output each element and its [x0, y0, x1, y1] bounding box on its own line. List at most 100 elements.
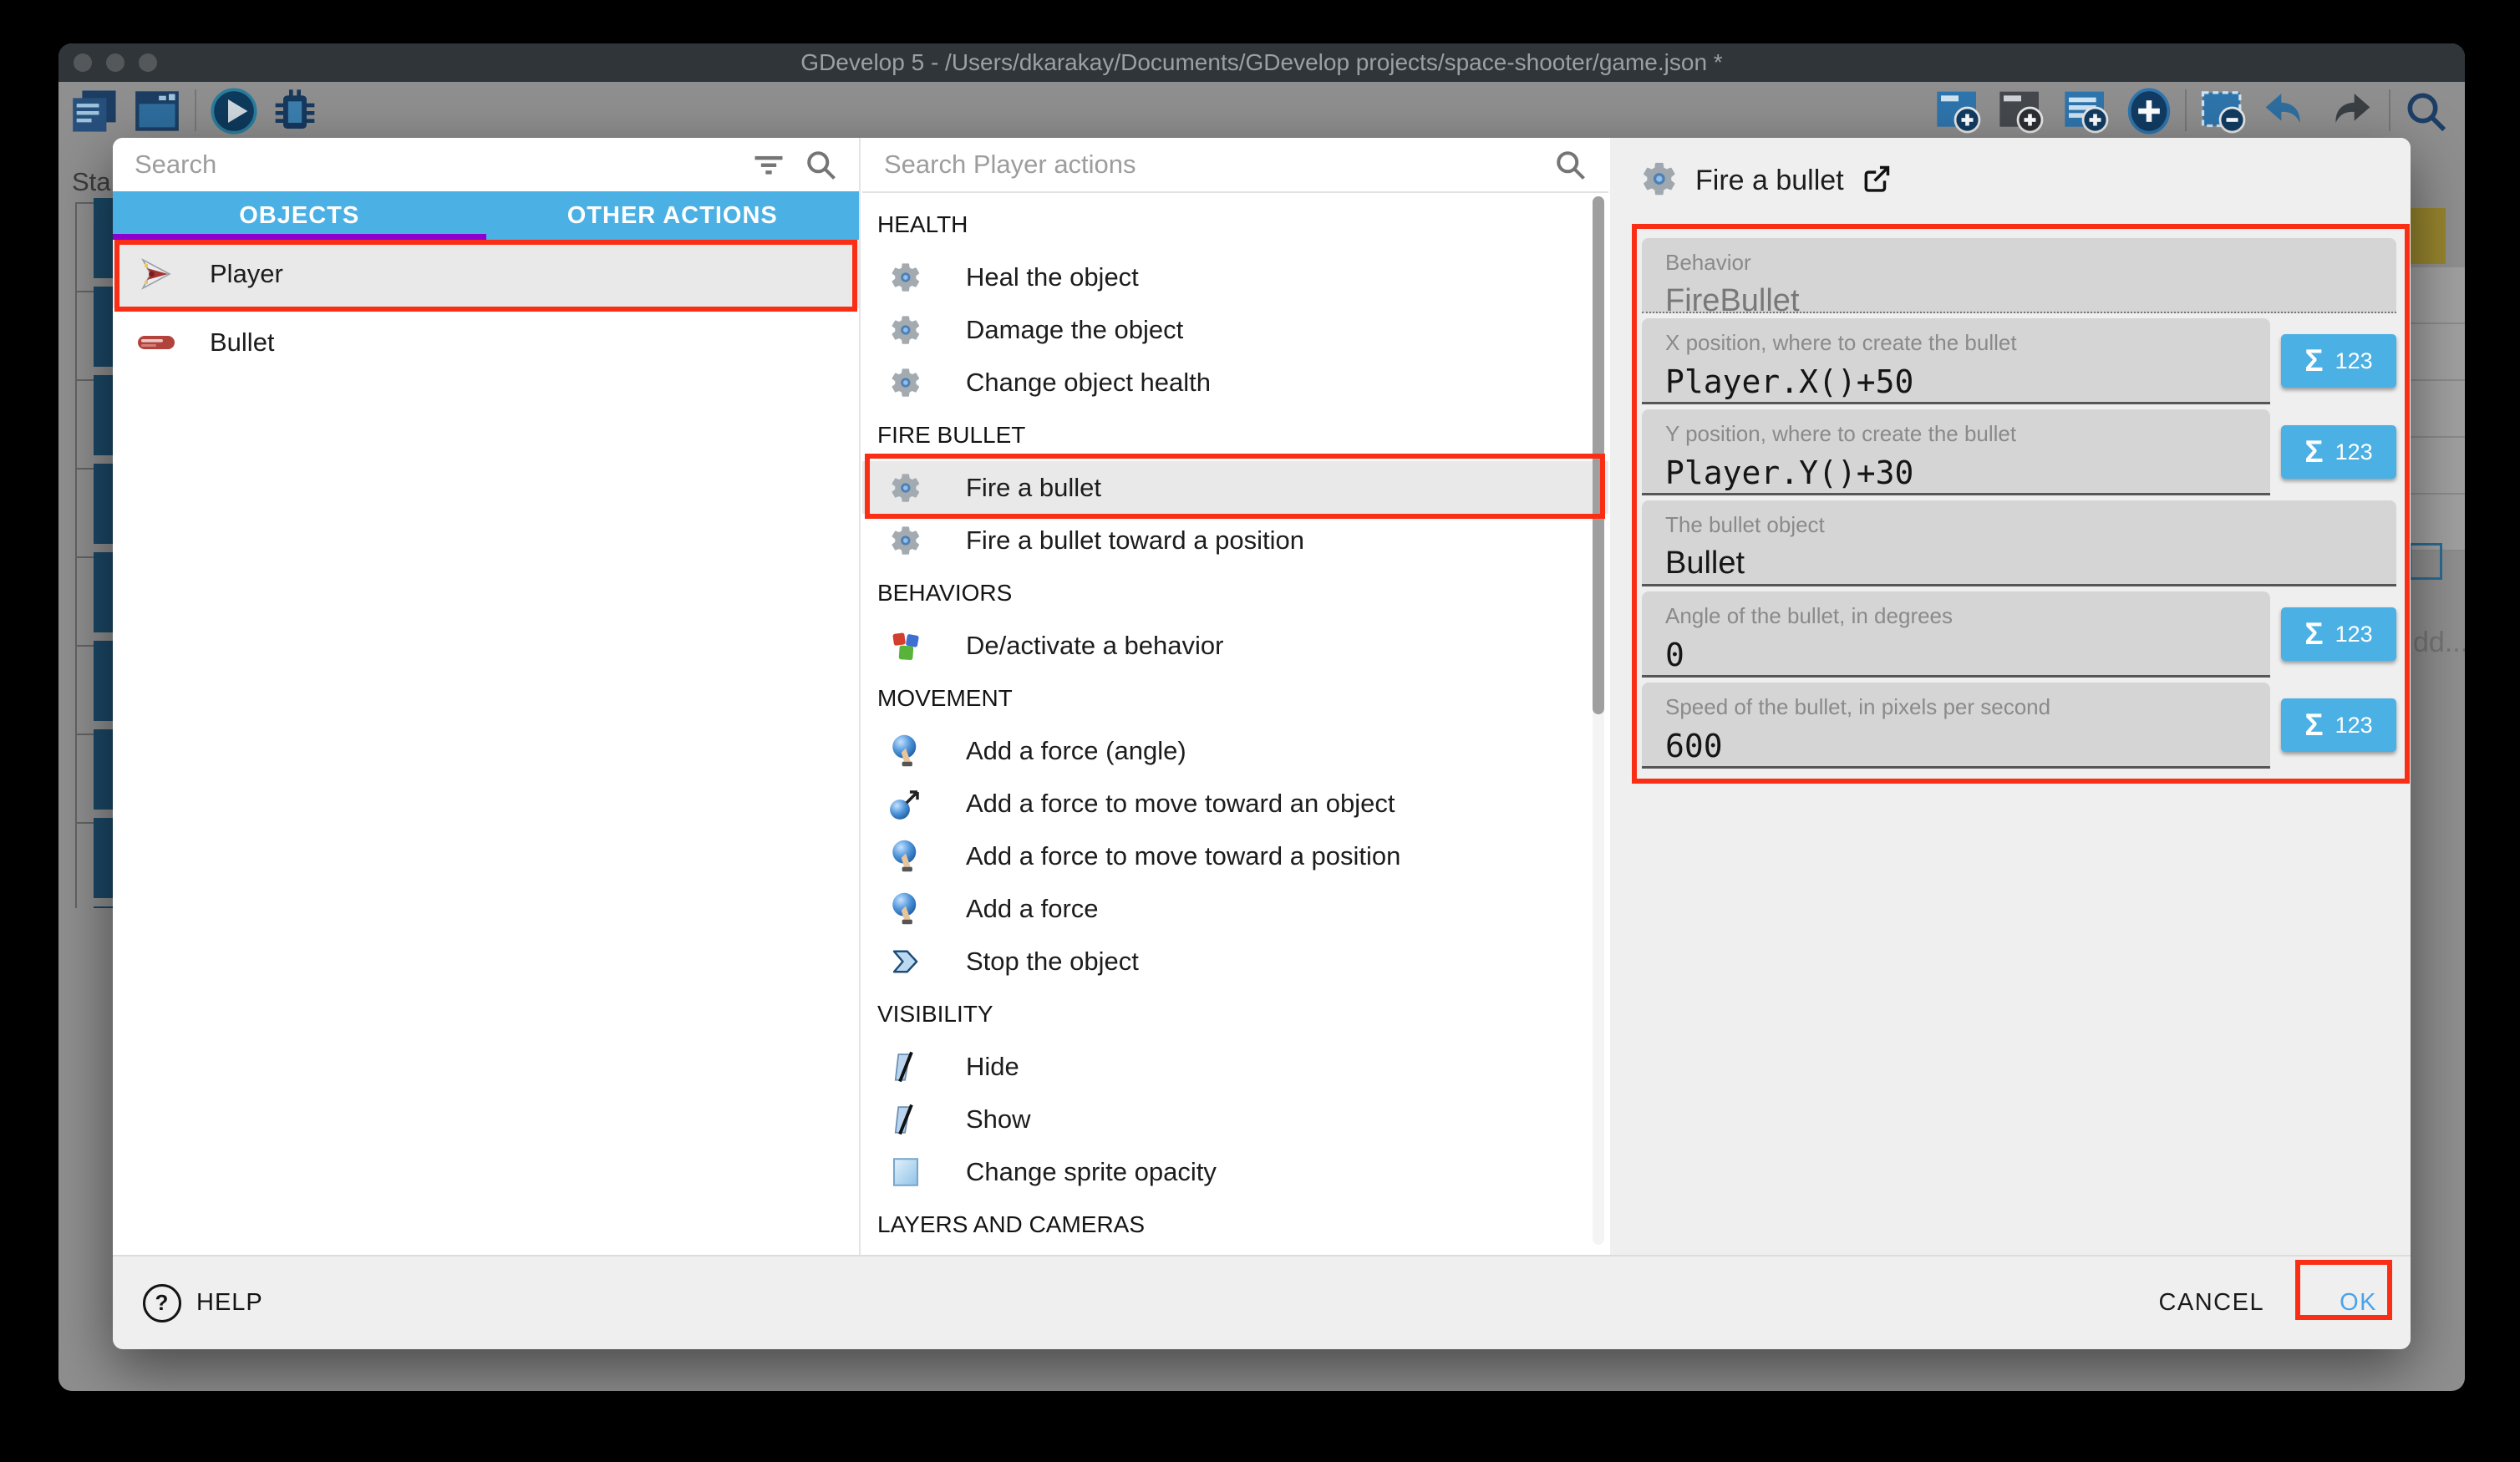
search-icon[interactable] [802, 146, 839, 183]
action-item-change-object-health[interactable]: Change object health [862, 356, 1608, 409]
dialog-footer: HELP CANCEL OK [113, 1255, 2411, 1349]
actions-scrollbar-thumb[interactable] [1593, 196, 1604, 714]
event-rows-background [94, 198, 113, 908]
add-subevent-icon[interactable] [1998, 88, 2046, 135]
action-label: Add a force to move toward an object [966, 789, 1395, 819]
object-row-player[interactable]: Player [113, 240, 859, 308]
hide-icon [887, 1049, 924, 1084]
action-item-fire-a-bullet-toward-a-position[interactable]: Fire a bullet toward a position [862, 514, 1608, 566]
field-value: Player.Y()+30 [1665, 454, 2270, 491]
field-label: X position, where to create the bullet [1665, 330, 2270, 356]
expression-editor-button[interactable]: Σ123 [2281, 425, 2396, 479]
toolbar-separator [2389, 89, 2390, 131]
remove-event-icon[interactable] [2200, 88, 2248, 135]
undo-icon[interactable] [2261, 88, 2309, 135]
actions-search-row [862, 138, 1608, 193]
add-event-icon[interactable] [1935, 88, 1984, 135]
sigma-icon: Σ [2304, 617, 2323, 652]
section-header-health: HEALTH [862, 198, 1608, 251]
action-item-fire-a-bullet[interactable]: Fire a bullet [862, 461, 1608, 514]
action-item-damage-the-object[interactable]: Damage the object [862, 303, 1608, 356]
action-item-show[interactable]: Show [862, 1093, 1608, 1145]
field-label: The bullet object [1665, 512, 2396, 538]
tab-other-actions[interactable]: OTHER ACTIONS [486, 191, 860, 240]
field-input-speed-of-the-bullet-in-pixels-per-second[interactable]: Speed of the bullet, in pixels per secon… [1642, 683, 2270, 769]
gear-icon [887, 471, 924, 505]
help-button[interactable]: HELP [143, 1256, 263, 1349]
action-item-add-a-force[interactable]: Add a force [862, 882, 1608, 935]
action-item-add-a-force-angle[interactable]: Add a force (angle) [862, 724, 1608, 777]
scene-editor-icon[interactable] [134, 88, 182, 135]
search-icon[interactable] [1552, 146, 1588, 183]
footer-buttons: CANCEL OK [2158, 1256, 2377, 1349]
gear-icon [887, 524, 924, 557]
action-list: HEALTHHeal the objectDamage the objectCh… [862, 193, 1608, 1255]
preview-icon[interactable] [211, 88, 259, 135]
search-events-icon[interactable] [2402, 88, 2451, 135]
cancel-button[interactable]: CANCEL [2158, 1289, 2264, 1317]
field-row-behavior: BehaviorFireBullet [1642, 238, 2396, 313]
field-input-the-bullet-object[interactable]: The bullet object Bullet [1642, 500, 2396, 586]
inspector-header: Fire a bullet [1640, 160, 1893, 202]
inspector-title: Fire a bullet [1695, 165, 1844, 197]
field-label: Angle of the bullet, in degrees [1665, 603, 2270, 629]
action-label: Fire a bullet [966, 473, 1101, 503]
object-row-bullet[interactable]: Bullet [113, 308, 859, 377]
action-item-heal-the-object[interactable]: Heal the object [862, 251, 1608, 303]
debug-icon[interactable] [272, 88, 320, 135]
section-header-movement: MOVEMENT [862, 672, 1608, 724]
field-input-y-position-where-to-create-the-bullet[interactable]: Y position, where to create the bullet Pl… [1642, 409, 2270, 495]
redo-icon[interactable] [2326, 88, 2375, 135]
tab-objects[interactable]: OBJECTS [113, 191, 486, 240]
action-item-add-a-force-to-move-toward-an-object[interactable]: Add a force to move toward an object [862, 777, 1608, 830]
field-row-y-position-where-to-create-the-bullet: Y position, where to create the bullet Pl… [1642, 409, 2396, 495]
section-header-visibility: VISIBILITY [862, 987, 1608, 1040]
field-value: Bullet [1665, 546, 2396, 581]
action-label: Fire a bullet toward a position [966, 525, 1304, 556]
field-row-x-position-where-to-create-the-bullet: X position, where to create the bullet Pl… [1642, 318, 2396, 404]
action-item-add-a-force-to-move-toward-a-position[interactable]: Add a force to move toward a position [862, 830, 1608, 882]
force-icon [887, 734, 924, 769]
actions-scrollbar-track[interactable] [1593, 196, 1604, 1245]
action-item-hide[interactable]: Hide [862, 1040, 1608, 1093]
expression-editor-button[interactable]: Σ 123 [2281, 334, 2396, 388]
open-in-new-icon[interactable] [1861, 163, 1893, 199]
expression-button-label: 123 [2335, 439, 2373, 465]
ok-button[interactable]: OK [2340, 1289, 2377, 1317]
action-label: Show [966, 1104, 1031, 1135]
add-new-icon[interactable] [2126, 88, 2174, 135]
field-value: 0 [1665, 637, 2270, 673]
action-label: Stop the object [966, 947, 1139, 977]
selected-event-highlight [2411, 208, 2446, 264]
action-label: Add a force to move toward a position [966, 841, 1400, 871]
project-manager-icon[interactable] [71, 88, 119, 135]
actions-search-input[interactable] [882, 149, 1537, 180]
action-item-change-sprite-opacity[interactable]: Change sprite opacity [862, 1145, 1608, 1198]
expression-button-label: 123 [2335, 348, 2373, 374]
titlebar: GDevelop 5 - /Users/dkarakay/Documents/G… [58, 43, 2465, 82]
field-value: 600 [1665, 728, 2270, 764]
action-inspector: Fire a bullet BehaviorFireBulletX positi… [1610, 138, 2411, 1255]
expression-editor-button[interactable]: Σ123 [2281, 607, 2396, 661]
objects-panel: OBJECTSOTHER ACTIONS PlayerBullet [113, 138, 861, 1255]
add-comment-icon[interactable] [2063, 88, 2111, 135]
player-ship-icon [136, 254, 176, 294]
filter-icon[interactable] [750, 146, 787, 183]
field-label: Y position, where to create the bullet [1665, 421, 2270, 447]
field-row-the-bullet-object: The bullet object Bullet [1642, 500, 2396, 586]
action-label: Hide [966, 1052, 1019, 1082]
objects-tab-bar: OBJECTSOTHER ACTIONS [113, 191, 859, 240]
field-value: Player.X()+50 [1665, 363, 2270, 400]
force-icon [887, 891, 924, 926]
action-item-de-activate-a-behavior[interactable]: De/activate a behavior [862, 619, 1608, 672]
add-action-label-partial: dd... [2413, 627, 2465, 659]
gear-icon [887, 261, 924, 294]
help-icon [143, 1284, 181, 1322]
field-input-x-position-where-to-create-the-bullet[interactable]: X position, where to create the bullet Pl… [1642, 318, 2270, 404]
sigma-icon: Σ [2304, 343, 2323, 378]
objects-search-input[interactable] [133, 149, 735, 180]
field-input-angle-of-the-bullet-in-degrees[interactable]: Angle of the bullet, in degrees 0 [1642, 591, 2270, 678]
expression-editor-button[interactable]: Σ123 [2281, 698, 2396, 752]
stop-icon [887, 944, 924, 979]
action-item-stop-the-object[interactable]: Stop the object [862, 935, 1608, 987]
